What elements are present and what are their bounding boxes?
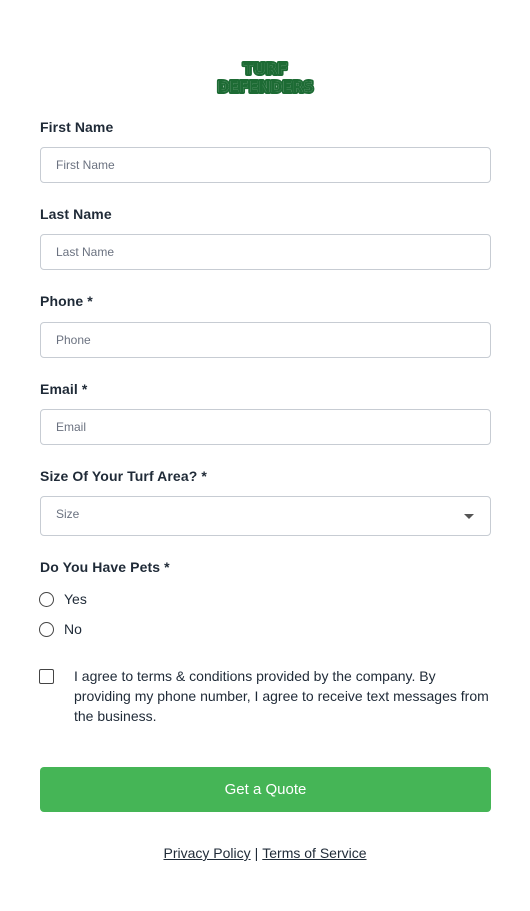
- turf-defenders-logo: TURF TURF DEFENDERS DEFENDERS: [215, 58, 316, 96]
- radio-yes[interactable]: [39, 592, 54, 607]
- last-name-input[interactable]: [40, 234, 491, 270]
- email-label: Email *: [40, 381, 88, 397]
- get-a-quote-button[interactable]: Get a Quote: [40, 767, 491, 812]
- consent-text: I agree to terms & conditions provided b…: [74, 668, 489, 724]
- logo-line2-fill: DEFENDERS: [218, 78, 314, 96]
- phone-label: Phone *: [40, 293, 93, 309]
- logo-line1-fill: TURF: [243, 60, 287, 78]
- turf-size-value: Size: [56, 507, 80, 521]
- terms-of-service-link[interactable]: Terms of Service: [262, 845, 366, 861]
- phone-input[interactable]: [40, 322, 491, 358]
- radio-yes-label: Yes: [64, 591, 87, 607]
- privacy-policy-link[interactable]: Privacy Policy: [163, 845, 250, 861]
- footer-links: Privacy Policy | Terms of Service: [0, 845, 530, 861]
- pets-label: Do You Have Pets *: [40, 559, 170, 575]
- caret-down-icon: [464, 514, 474, 519]
- radio-no-label: No: [64, 621, 82, 637]
- email-input[interactable]: [40, 409, 491, 445]
- first-name-label: First Name: [40, 119, 114, 135]
- consent-checkbox[interactable]: [39, 669, 54, 684]
- turf-size-label: Size Of Your Turf Area? *: [40, 468, 207, 484]
- first-name-input[interactable]: [40, 147, 491, 183]
- last-name-label: Last Name: [40, 206, 112, 222]
- turf-size-select[interactable]: Size: [40, 496, 491, 536]
- radio-no[interactable]: [39, 622, 54, 637]
- footer-separator: |: [254, 845, 259, 861]
